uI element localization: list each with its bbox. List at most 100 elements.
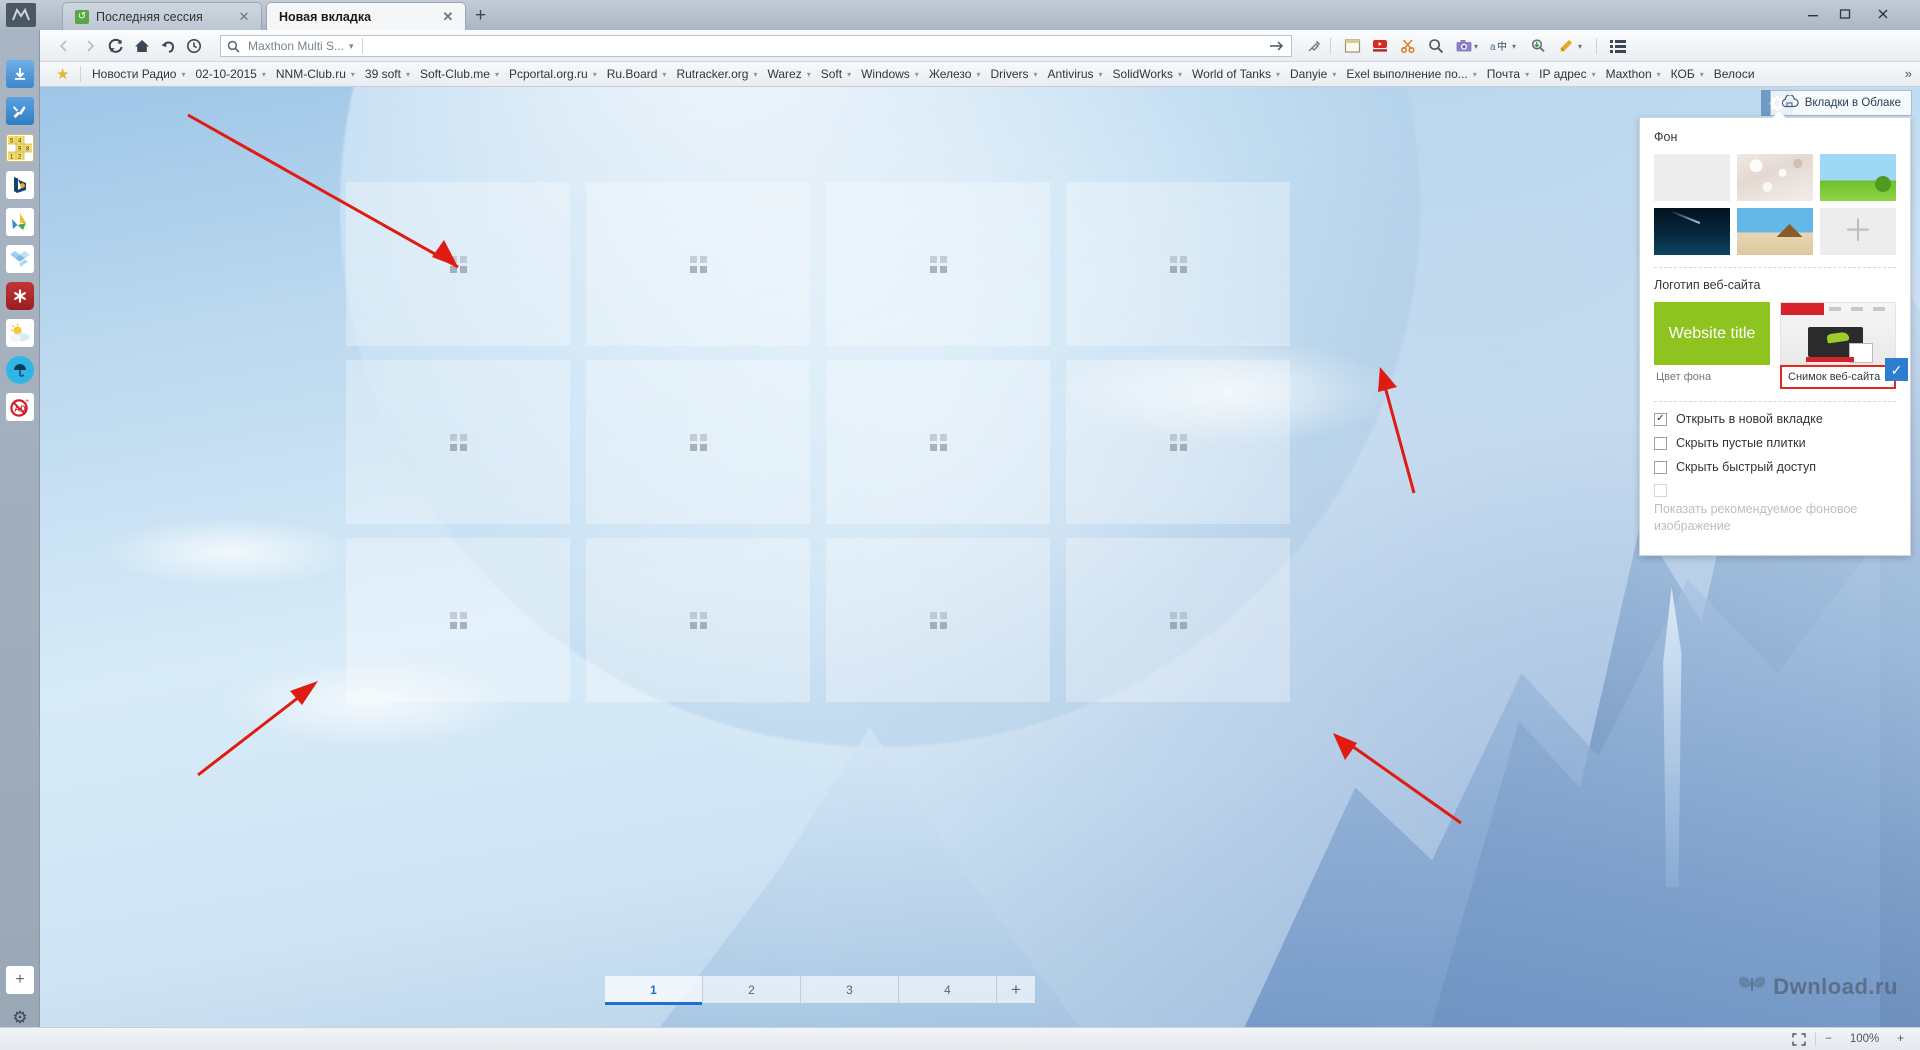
page-button-1[interactable]: 1 [605,976,703,1005]
option-hide-empty-tiles[interactable]: Скрыть пустые плитки [1654,436,1896,450]
url-input[interactable] [370,39,1267,53]
search-engine-label[interactable]: Maxthon Multi S... [248,39,344,53]
bookmarks-overflow-button[interactable]: » [1905,66,1912,81]
cloud-tabs-button[interactable]: Вкладки в Облаке [1769,90,1912,116]
translate-icon[interactable]: a中 [1488,34,1512,58]
bookmark-item[interactable]: NNM-Club.ru ▾ [271,67,360,81]
checkbox[interactable]: ✓ [1654,412,1667,426]
close-icon[interactable]: ✕ [441,10,455,23]
close-window-button[interactable] [1868,0,1898,28]
option-open-in-new-tab[interactable]: ✓ Открыть в новой вкладке [1654,412,1896,426]
bookmark-item[interactable]: Rutracker.org ▾ [671,67,762,81]
bookmark-item[interactable]: Pcportal.org.ru ▾ [504,67,602,81]
page-button-4[interactable]: 4 [899,976,997,1003]
add-panel-icon[interactable]: + [6,966,34,994]
close-icon[interactable]: ✕ [237,10,251,23]
bookmark-item[interactable]: Почта ▾ [1482,67,1534,81]
empty-tile[interactable] [346,182,570,346]
skin-brush-icon[interactable] [1554,34,1578,58]
bing-icon[interactable] [5,171,34,199]
empty-tile[interactable] [346,538,570,702]
bookmark-item[interactable]: SolidWorks ▾ [1108,67,1187,81]
empty-tile[interactable] [586,182,810,346]
page-button-2[interactable]: 2 [703,976,801,1003]
dropbox-icon[interactable] [5,245,34,273]
bookmark-item[interactable]: Новости Радио ▾ [87,67,190,81]
download-icon[interactable] [5,60,34,88]
youtube-download-icon[interactable] [1368,34,1392,58]
bookmark-item[interactable]: IP адрес ▾ [1534,67,1601,81]
fullscreen-icon[interactable] [1783,1028,1815,1050]
empty-tile[interactable] [1066,360,1290,524]
empty-tile[interactable] [826,182,1050,346]
empty-tile[interactable] [1066,538,1290,702]
empty-tile[interactable] [826,538,1050,702]
empty-tile[interactable] [1066,182,1290,346]
bookmark-item[interactable]: Warez ▾ [762,67,815,81]
history-clock-icon[interactable] [182,34,206,58]
asterisk-icon[interactable] [5,282,34,310]
background-thumb-night[interactable] [1654,208,1730,255]
adblock-icon[interactable]: AD+ [5,393,34,421]
zoom-out-button[interactable]: − [1816,1028,1841,1050]
page-button-3[interactable]: 3 [801,976,899,1003]
background-thumb-beach[interactable] [1737,208,1813,255]
checkbox[interactable] [1654,436,1667,450]
undo-icon[interactable] [156,34,180,58]
bookmark-item[interactable]: Windows ▾ [856,67,924,81]
chevron-down-icon[interactable]: ▾ [1474,42,1478,51]
background-thumb-add-button[interactable]: ＋ [1820,208,1896,255]
empty-tile[interactable] [586,538,810,702]
tab-new-tab[interactable]: Новая вкладка ✕ [266,2,466,30]
background-thumb-spring[interactable] [1737,154,1813,201]
resource-sniffer-icon[interactable] [1526,34,1550,58]
tab-last-session[interactable]: ↺ Последняя сессия ✕ [62,2,262,30]
bookmark-item[interactable]: Maxthon ▾ [1601,67,1666,81]
forward-arrow-icon[interactable] [78,34,102,58]
bookmark-item[interactable]: World of Tanks ▾ [1187,67,1285,81]
chevron-down-icon[interactable]: ▾ [1512,42,1516,51]
checkbox[interactable] [1654,460,1667,474]
address-bar[interactable]: Maxthon Multi S... ▾ [220,35,1292,57]
main-menu-icon[interactable] [1606,34,1630,58]
weather-icon[interactable] [5,319,34,347]
add-page-button[interactable]: + [997,976,1035,1003]
find-magnifier-icon[interactable] [1424,34,1448,58]
tools-icon[interactable] [5,97,34,125]
umbrella-icon[interactable] [5,356,34,384]
chevron-down-icon[interactable]: ▾ [1578,42,1582,51]
bookmark-item[interactable]: Danyie ▾ [1285,67,1341,81]
notepad-icon[interactable] [1340,34,1364,58]
snip-scissors-icon[interactable] [1396,34,1420,58]
bookmark-item[interactable]: Железо ▾ [924,67,986,81]
back-arrow-icon[interactable] [52,34,76,58]
empty-tile[interactable] [586,360,810,524]
bookmark-item[interactable]: КОБ ▾ [1666,67,1709,81]
logo-option-color[interactable]: Website title Цвет фона [1654,302,1770,389]
empty-tile[interactable] [826,360,1050,524]
syringe-icon[interactable] [1302,34,1326,58]
bookmark-item[interactable]: Ru.Board ▾ [602,67,672,81]
empty-tile[interactable] [346,360,570,524]
bookmark-star-icon[interactable]: ★ [56,67,69,82]
bookmark-item[interactable]: 39 soft ▾ [360,67,415,81]
bookmark-item[interactable]: Drivers ▾ [986,67,1043,81]
background-thumb-hills[interactable] [1820,154,1896,201]
new-tab-button[interactable]: + [475,6,486,25]
chevron-down-icon[interactable]: ▾ [349,41,354,52]
zoom-in-button[interactable]: + [1888,1028,1920,1050]
bookmark-item[interactable]: Soft-Club.me ▾ [415,67,504,81]
option-hide-quick-access[interactable]: Скрыть быстрый доступ [1654,460,1896,474]
bookmark-item[interactable]: Exel выполнение по... ▾ [1341,67,1481,81]
maximize-button[interactable] [1830,0,1860,28]
reload-icon[interactable] [104,34,128,58]
background-thumb-plain[interactable] [1654,154,1730,201]
sudoku-icon[interactable]: 5 4 9 8 1 2 [5,134,34,162]
home-icon[interactable] [130,34,154,58]
minimize-button[interactable] [1798,0,1828,28]
screenshot-camera-icon[interactable] [1452,34,1476,58]
go-arrow-icon[interactable] [1267,40,1285,52]
bookmark-item[interactable]: Antivirus ▾ [1043,67,1108,81]
logo-option-snapshot[interactable]: ✓ Снимок веб-сайта [1780,302,1908,389]
recycle-icon[interactable] [5,208,34,236]
